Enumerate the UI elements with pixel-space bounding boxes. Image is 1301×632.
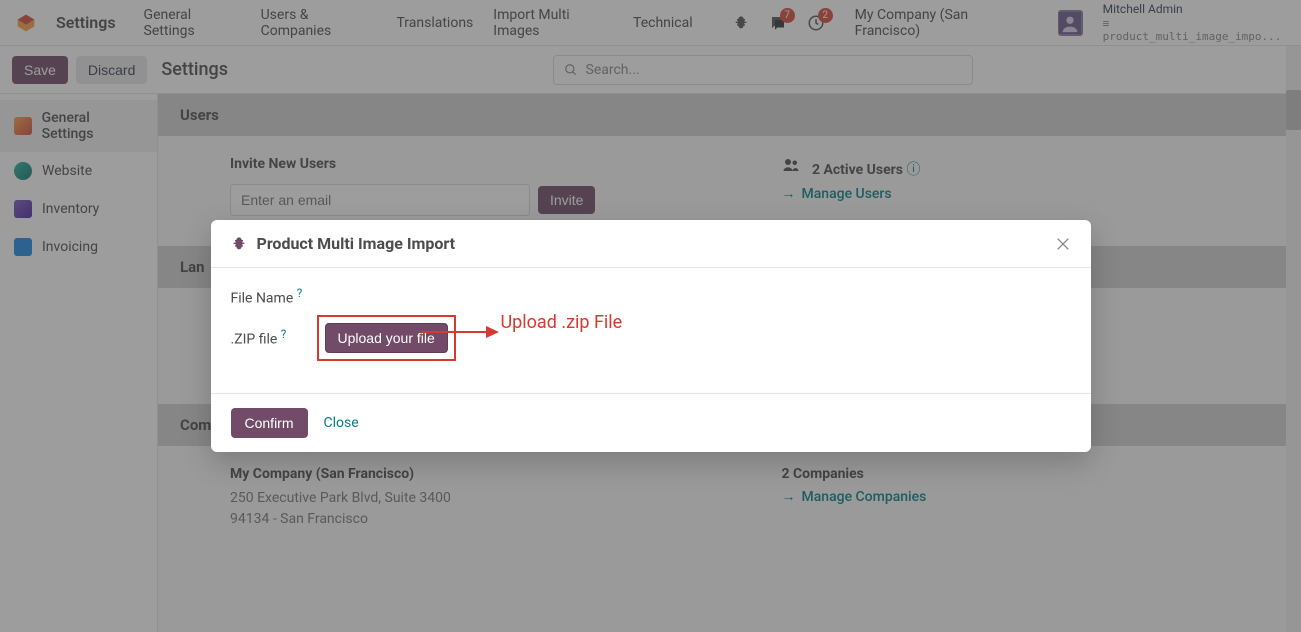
annotation-text: Upload .zip File: [501, 312, 623, 333]
help-icon[interactable]: ?: [297, 286, 303, 300]
modal-overlay: Product Multi Image Import File Name ? .…: [0, 0, 1301, 632]
help-icon[interactable]: ?: [281, 327, 287, 341]
close-icon[interactable]: [1055, 236, 1071, 252]
modal-dialog: Product Multi Image Import File Name ? .…: [211, 220, 1091, 452]
zip-file-label: .ZIP file ?: [231, 327, 303, 348]
close-link[interactable]: Close: [324, 415, 359, 431]
bug-icon: [231, 236, 247, 252]
file-name-label: File Name ?: [231, 286, 303, 307]
modal-title: Product Multi Image Import: [257, 234, 456, 253]
annotation-arrow-icon: [421, 322, 501, 342]
confirm-button[interactable]: Confirm: [231, 408, 308, 438]
